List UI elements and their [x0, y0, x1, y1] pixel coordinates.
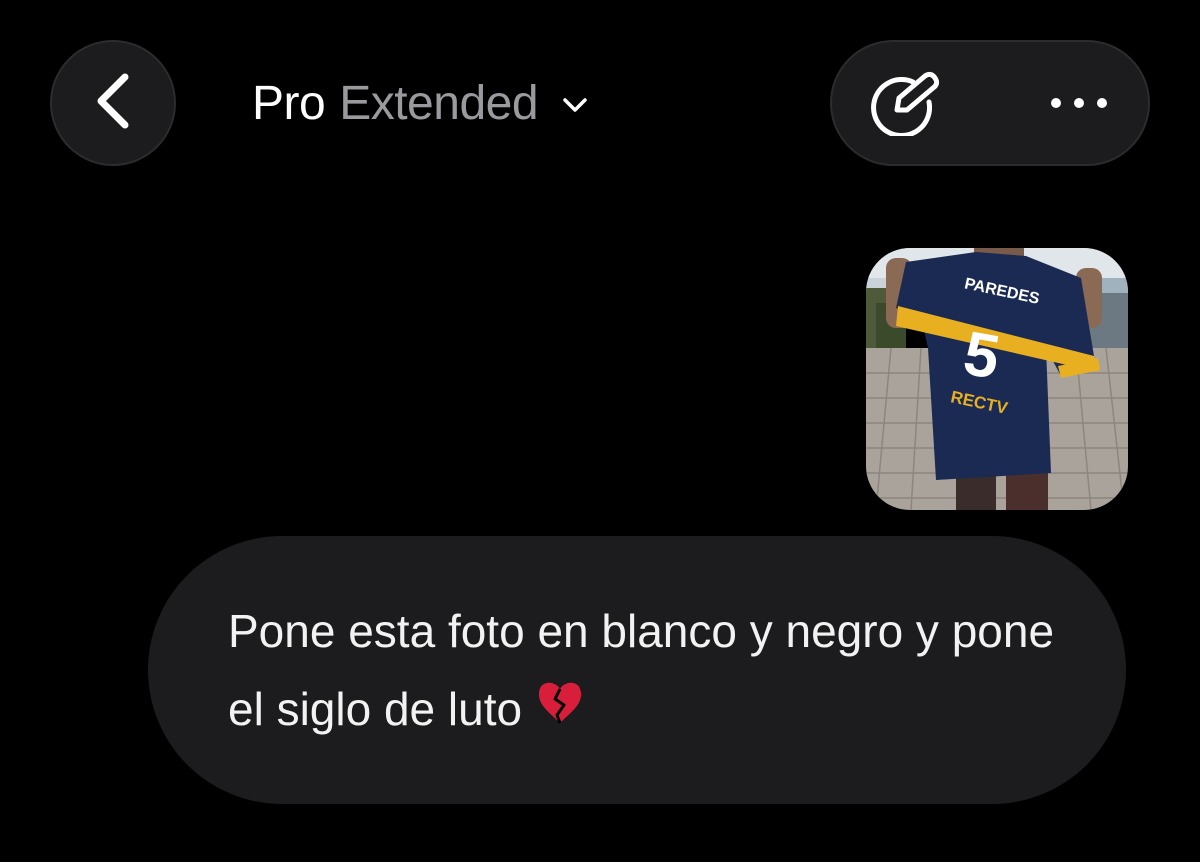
- chevron-down-icon: [562, 96, 588, 114]
- image-attachment[interactable]: PAREDES 5 RECTV: [866, 248, 1128, 510]
- message-text: Pone esta foto en blanco y negro y pone …: [228, 605, 1055, 735]
- model-name-primary: Pro: [252, 76, 326, 130]
- more-options-button[interactable]: [1038, 64, 1120, 146]
- broken-heart-icon: [536, 670, 584, 748]
- new-chat-button[interactable]: [866, 64, 948, 146]
- model-name-secondary: Extended: [339, 76, 539, 130]
- user-message-bubble: Pone esta foto en blanco y negro y pone …: [148, 536, 1126, 804]
- ellipsis-icon: [1049, 96, 1109, 115]
- message-content: Pone esta foto en blanco y negro y pone …: [228, 592, 1066, 748]
- chevron-left-icon: [91, 69, 135, 138]
- back-button[interactable]: [50, 40, 176, 166]
- header-actions: [830, 40, 1150, 166]
- jersey-photo: PAREDES 5 RECTV: [866, 248, 1128, 510]
- pencil-new-chat-icon: [869, 70, 945, 141]
- model-selector[interactable]: Pro Extended: [252, 70, 588, 136]
